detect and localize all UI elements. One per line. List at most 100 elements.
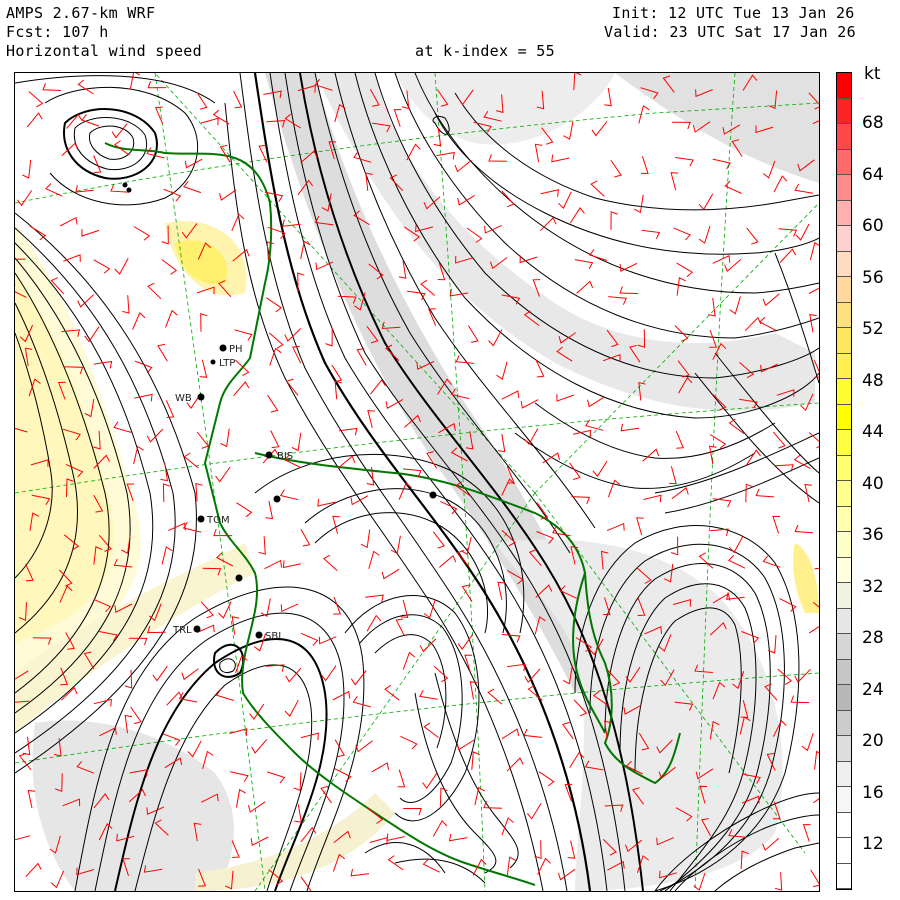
wind-barb [762, 555, 781, 568]
wind-barb [642, 448, 660, 462]
colorbar-segment [837, 634, 851, 660]
colorbar-segment [837, 430, 851, 456]
wind-barb [456, 739, 475, 751]
wind-barb [810, 869, 819, 888]
wind-barb [338, 455, 356, 469]
station-label-ph: PH [229, 344, 243, 355]
wind-barb [280, 603, 299, 613]
wind-barb [712, 158, 731, 170]
wind-barb [795, 223, 810, 241]
station-label-sbl: SBL [265, 631, 284, 642]
wind-barb [28, 91, 44, 108]
colorbar-segment [837, 251, 851, 277]
wind-barb [161, 546, 173, 565]
wind-barb [234, 329, 253, 341]
wind-barb [26, 112, 43, 128]
wind-barb [794, 524, 814, 534]
wind-barb [111, 123, 128, 139]
wind-barb [282, 560, 302, 569]
colorbar-segment [837, 379, 851, 405]
vertical-level: at k-index = 55 [415, 42, 555, 60]
wind-barb [114, 257, 129, 275]
wind-barb [556, 394, 575, 402]
wind-barb [768, 635, 777, 654]
colorbar-segment [837, 200, 851, 226]
wind-barb [496, 361, 508, 381]
wind-barb [270, 430, 280, 449]
wind-barb [231, 213, 245, 231]
wind-barb [195, 482, 203, 502]
colorbar-segment [837, 863, 851, 889]
wind-barb [809, 313, 817, 333]
wind-barb [368, 550, 380, 569]
wind-barb [779, 598, 797, 612]
wind-barb [147, 282, 162, 300]
wind-barb [219, 189, 237, 201]
wind-barb [619, 286, 639, 295]
wind-barb [285, 378, 299, 396]
colorbar-label: 12 [862, 834, 884, 854]
wind-barb [15, 835, 31, 841]
colorbar-segment [837, 404, 851, 430]
station-label-bis: BIS [277, 451, 293, 462]
wind-barb [814, 750, 819, 770]
wind-barb [484, 224, 502, 234]
wind-barb [584, 419, 604, 431]
wind-barb [467, 325, 479, 343]
wind-barb [698, 552, 714, 569]
wind-barb [161, 259, 178, 275]
wind-barb [501, 390, 520, 400]
wind-barb [93, 259, 111, 274]
wind-barb [779, 248, 797, 263]
colorbar-segment [837, 226, 851, 252]
wind-barb [398, 482, 412, 500]
wind-barb [323, 554, 338, 572]
wind-barb [200, 313, 208, 332]
wind-barb [620, 423, 640, 432]
colorbar-label: 24 [862, 679, 884, 700]
colorbar-segment [837, 838, 851, 864]
wind-barb [371, 762, 390, 773]
colorbar-label: 16 [862, 782, 884, 803]
wind-barb [132, 312, 146, 330]
wind-barb [365, 594, 384, 603]
wind-barb [130, 706, 142, 725]
wind-barb [746, 227, 759, 245]
wind-barb [497, 581, 506, 600]
wind-barb [160, 462, 168, 482]
colorbar-label: 20 [862, 731, 884, 751]
wind-barb [157, 343, 168, 362]
wind-barb [386, 833, 405, 842]
map-panel[interactable]: PH LTP WB BIS TOM TRL SBL [14, 72, 820, 892]
wind-barb [563, 121, 574, 140]
wind-barb [744, 316, 762, 332]
wind-barb [576, 280, 594, 294]
colorbar-label: 44 [862, 422, 884, 442]
colorbar-segment [837, 124, 851, 150]
wind-barb [360, 529, 371, 549]
colorbar-segment [837, 659, 851, 685]
wind-barb [790, 695, 810, 704]
wind-barb [558, 191, 572, 209]
wind-barb [29, 225, 47, 241]
wind-barb [133, 226, 151, 241]
colorbar-label: 40 [862, 473, 884, 494]
wind-barb [162, 483, 171, 503]
wind-barb [808, 626, 819, 634]
colorbar-segment [837, 608, 851, 634]
wind-barb [710, 528, 729, 537]
wind-barb [199, 359, 208, 378]
wind-barb [640, 156, 649, 175]
wind-barb [265, 297, 282, 313]
colorbar-segment [837, 328, 851, 354]
wind-barb [284, 328, 302, 342]
wind-barb [772, 431, 786, 449]
colorbar-segment [837, 455, 851, 481]
wind-barb [367, 409, 375, 429]
colorbar-segment [837, 353, 851, 379]
wind-barb [395, 618, 405, 637]
wind-barb [773, 175, 788, 193]
wind-barb [81, 114, 100, 127]
wind-barb [534, 143, 543, 163]
wind-barb [152, 665, 168, 682]
